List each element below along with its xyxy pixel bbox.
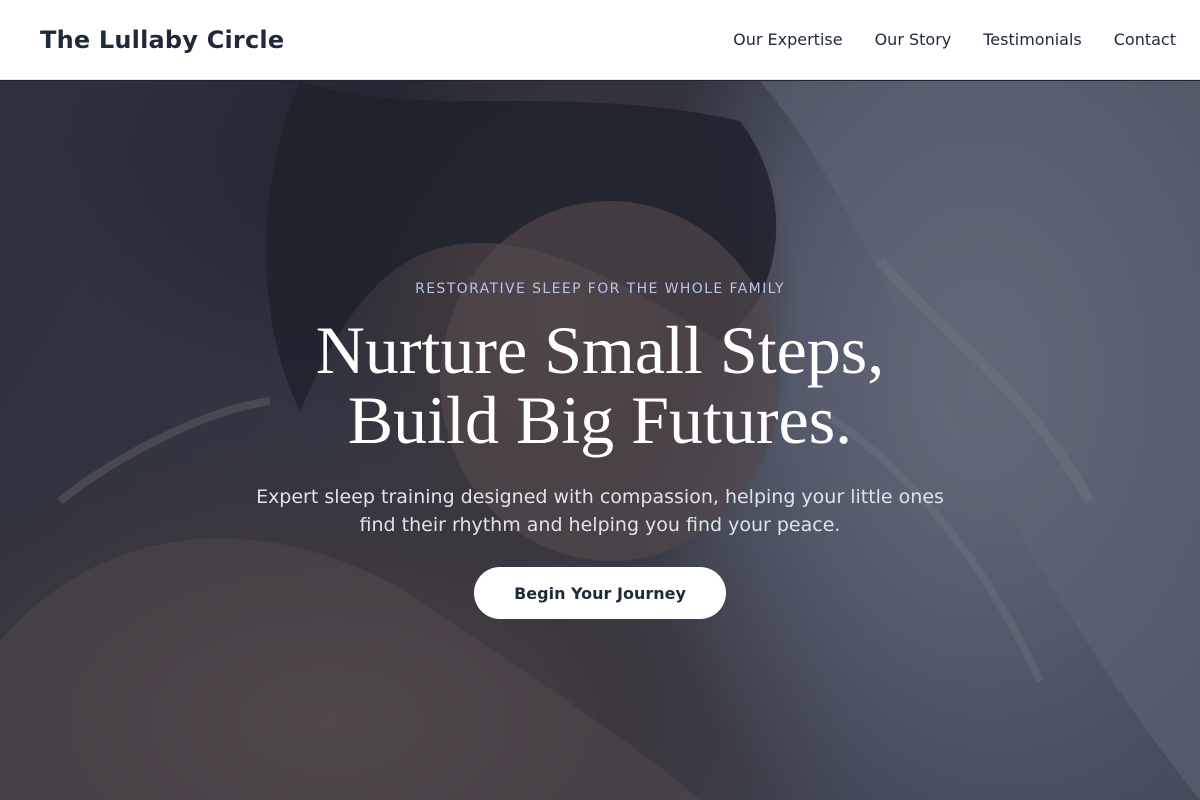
hero-headline: Nurture Small Steps, Build Big Futures. [220, 315, 980, 455]
nav-link-testimonials[interactable]: Testimonials [983, 30, 1082, 49]
main-nav: Our Expertise Our Story Testimonials Con… [733, 30, 1176, 49]
site-header: The Lullaby Circle Our Expertise Our Sto… [0, 0, 1200, 80]
hero-section: RESTORATIVE SLEEP FOR THE WHOLE FAMILY N… [0, 81, 1200, 800]
hero-eyebrow: RESTORATIVE SLEEP FOR THE WHOLE FAMILY [415, 281, 785, 297]
hero-headline-line-1: Nurture Small Steps, [315, 312, 885, 388]
hero-subtext: Expert sleep training designed with comp… [256, 486, 944, 536]
nav-link-our-story[interactable]: Our Story [875, 30, 952, 49]
nav-link-contact[interactable]: Contact [1114, 30, 1176, 49]
brand-logo-link[interactable]: The Lullaby Circle [40, 26, 284, 54]
hero-headline-line-2: Build Big Futures. [347, 382, 853, 458]
nav-link-our-expertise[interactable]: Our Expertise [733, 30, 842, 49]
begin-journey-button[interactable]: Begin Your Journey [474, 567, 726, 619]
hero-content: RESTORATIVE SLEEP FOR THE WHOLE FAMILY N… [0, 81, 1200, 800]
